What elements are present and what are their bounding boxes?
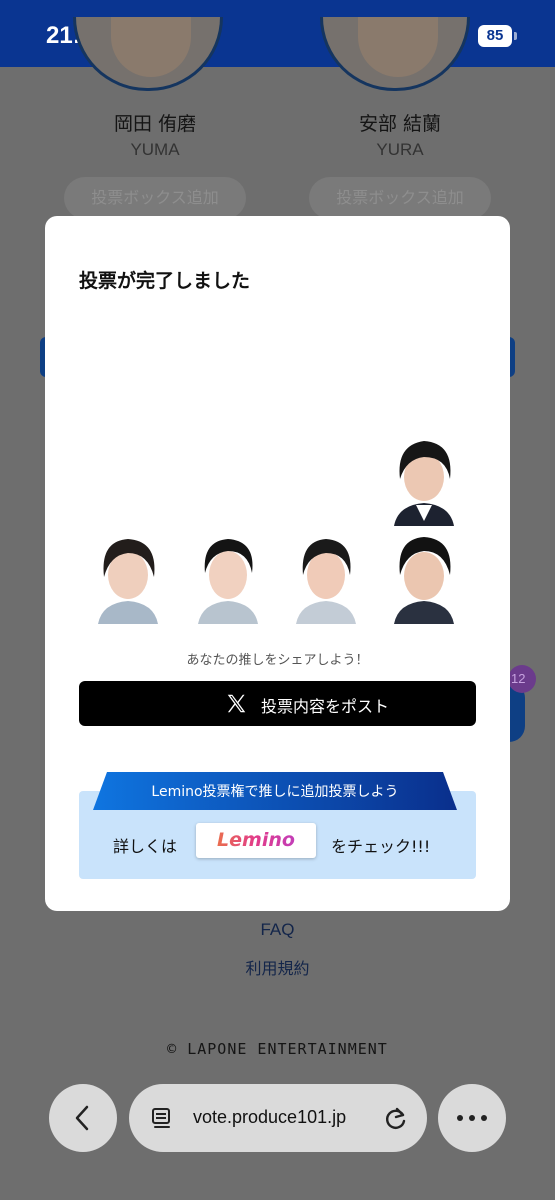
tabs-icon xyxy=(152,1108,170,1128)
member-portrait xyxy=(192,529,264,624)
modal-title: 投票が完了しました xyxy=(79,270,251,292)
more-button[interactable] xyxy=(438,1084,506,1152)
member-avatar xyxy=(73,17,223,91)
add-votebox-button[interactable]: 投票ボックス追加 xyxy=(64,177,246,219)
terms-link[interactable]: 利用規約 xyxy=(0,955,555,979)
more-dots-icon xyxy=(457,1115,487,1121)
details-suffix: をチェック!!! xyxy=(331,837,431,856)
x-logo-icon xyxy=(227,694,246,713)
notification-badge: 12 xyxy=(508,665,536,693)
lemino-logo: Lemino xyxy=(196,829,316,851)
reload-icon[interactable] xyxy=(383,1105,409,1131)
post-to-x-button[interactable]: 投票内容をポスト xyxy=(79,681,476,726)
vote-complete-modal: 投票が完了しました あなたの推しをシェアしよう！ 投票内容をポスト Lemino… xyxy=(45,216,510,911)
member-name: 岡田 侑磨 xyxy=(113,113,197,135)
back-arrow-icon xyxy=(75,1105,89,1131)
url-text: vote.produce101.jp xyxy=(193,1107,347,1127)
details-prefix: 詳しくは xyxy=(113,837,178,856)
add-votebox-button[interactable]: 投票ボックス追加 xyxy=(309,177,491,219)
member-portrait xyxy=(388,529,460,624)
share-caption: あなたの推しをシェアしよう！ xyxy=(186,653,369,668)
battery-icon: 85 xyxy=(478,25,518,47)
back-button[interactable] xyxy=(49,1084,117,1152)
battery-level: 85 xyxy=(478,25,512,47)
member-portrait xyxy=(92,529,164,624)
faq-link[interactable]: FAQ xyxy=(0,920,555,940)
voted-members-portraits xyxy=(45,426,510,626)
member-name: 安部 結蘭 xyxy=(358,113,442,135)
address-bar[interactable]: vote.produce101.jp xyxy=(129,1084,427,1152)
member-portrait xyxy=(388,431,460,526)
lemino-promo-banner: Lemino投票権で推しに追加投票しよう xyxy=(93,772,457,810)
lemino-banner-text: Lemino投票権で推しに追加投票しよう xyxy=(151,784,399,800)
lemino-logo-button[interactable]: Lemino xyxy=(196,823,316,858)
member-avatar xyxy=(320,17,470,91)
copyright-text: © LAPONE ENTERTAINMENT xyxy=(167,1040,388,1058)
post-button-label: 投票内容をポスト xyxy=(261,697,390,716)
member-roman-name: YURA xyxy=(376,140,424,159)
member-roman-name: YUMA xyxy=(130,140,180,159)
member-portrait xyxy=(290,529,362,624)
